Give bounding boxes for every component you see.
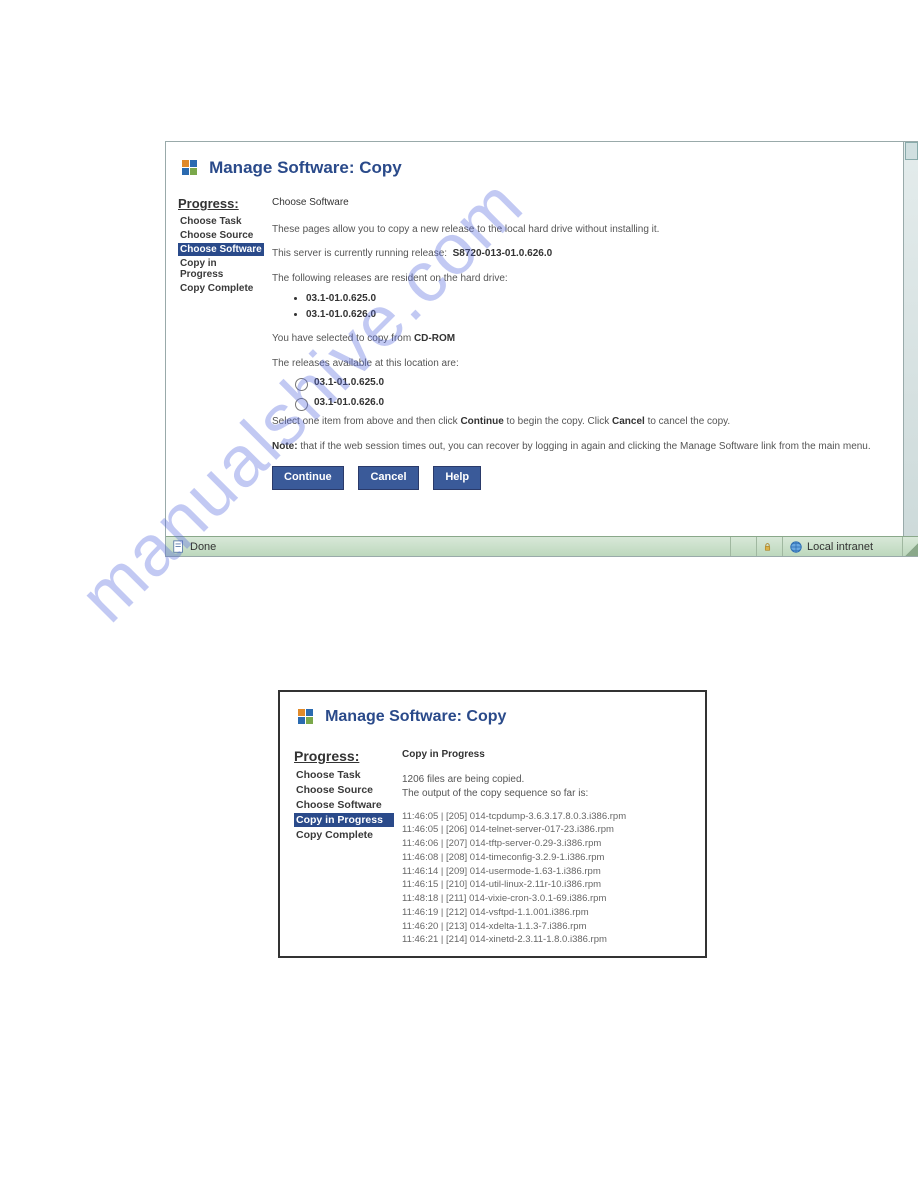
log-line: 11:46:14 | [209] 014-usermode-1.63-1.i38… [402,865,693,879]
progress-step[interactable]: Choose Task [294,768,394,782]
log-line: 11:46:15 | [210] 014-util-linux-2.11r-10… [402,878,693,892]
status-zone-label: Local intranet [807,541,873,553]
page-title: Manage Software: Copy [209,158,402,178]
app-logo-icon [182,160,198,176]
page-icon [172,540,186,554]
progress-step[interactable]: Copy in Progress [178,257,264,281]
progress-sidebar: Progress: Choose TaskChoose SourceChoose… [178,196,264,296]
available-line: The releases available at this location … [272,357,894,372]
output-heading: The output of the copy sequence so far i… [402,787,693,802]
note-text: Note: that if the web session times out,… [272,440,894,455]
progress-step[interactable]: Choose Software [294,798,394,812]
log-line: 11:46:21 | [214] 014-xinetd-2.3.11-1.8.0… [402,933,693,947]
release-option-label[interactable]: 03.1-01.0.626.0 [314,396,384,411]
window-copy-progress: Manage Software: Copy Progress: Choose T… [278,690,707,958]
resident-release-item: 03.1-01.0.625.0 [306,292,894,307]
running-release-line: This server is currently running release… [272,247,894,262]
lock-icon [763,540,772,554]
release-radio[interactable] [295,398,308,411]
selected-source-line: You have selected to copy from CD-ROM [272,332,894,347]
log-line: 11:48:18 | [211] 014-vixie-cron-3.0.1-69… [402,892,693,906]
window-choose-software: Manage Software: Copy Progress: Choose T… [165,141,918,557]
status-bar: Done Local intranet [166,536,918,556]
continue-button[interactable]: Continue [272,466,344,490]
release-radio[interactable] [295,378,308,391]
scrollbar-thumb[interactable] [905,142,918,160]
progress-step[interactable]: Choose Source [178,229,264,242]
progress-step[interactable]: Copy Complete [178,282,264,295]
section-title: Copy in Progress [402,748,693,763]
progress-step[interactable]: Choose Software [178,243,264,256]
log-line: 11:46:06 | [207] 014-tftp-server-0.29-3.… [402,837,693,851]
log-line: 11:46:05 | [205] 014-tcpdump-3.6.3.17.8.… [402,810,693,824]
release-option-row: 03.1-01.0.626.0 [290,395,894,411]
app-logo-icon [298,709,314,725]
main-content: Choose Software These pages allow you to… [264,196,894,490]
cancel-button[interactable]: Cancel [358,466,418,490]
status-done-label: Done [190,541,216,553]
progress-step[interactable]: Choose Source [294,783,394,797]
help-button[interactable]: Help [433,466,481,490]
vertical-scrollbar[interactable] [903,142,918,538]
log-line: 11:46:20 | [213] 014-xdelta-1.1.3-7.i386… [402,920,693,934]
resident-line: The following releases are resident on t… [272,272,894,287]
intranet-icon [789,540,803,554]
log-line: 11:46:19 | [212] 014-vsftpd-1.1.001.i386… [402,906,693,920]
instruction-text: Select one item from above and then clic… [272,415,894,430]
release-option-label[interactable]: 03.1-01.0.625.0 [314,376,384,391]
resize-grip-icon[interactable] [903,537,918,556]
progress-heading: Progress: [294,748,394,764]
page-title: Manage Software: Copy [325,708,506,726]
intro-text: These pages allow you to copy a new rele… [272,223,894,238]
file-count-line: 1206 files are being copied. [402,773,693,788]
progress-sidebar: Progress: Choose TaskChoose SourceChoose… [294,748,394,843]
copy-log-output: 11:46:05 | [205] 014-tcpdump-3.6.3.17.8.… [402,810,693,948]
resident-release-list: 03.1-01.0.625.003.1-01.0.626.0 [306,292,894,322]
button-row: Continue Cancel Help [272,466,894,490]
release-option-row: 03.1-01.0.625.0 [290,375,894,391]
main-content: Copy in Progress 1206 files are being co… [394,748,693,947]
section-title: Choose Software [272,196,894,211]
progress-step[interactable]: Choose Task [178,215,264,228]
resident-release-item: 03.1-01.0.626.0 [306,308,894,323]
log-line: 11:46:08 | [208] 014-timeconfig-3.2.9-1.… [402,851,693,865]
progress-step[interactable]: Copy Complete [294,828,394,842]
progress-heading: Progress: [178,196,264,211]
progress-step[interactable]: Copy in Progress [294,813,394,827]
log-line: 11:46:05 | [206] 014-telnet-server-017-2… [402,823,693,837]
